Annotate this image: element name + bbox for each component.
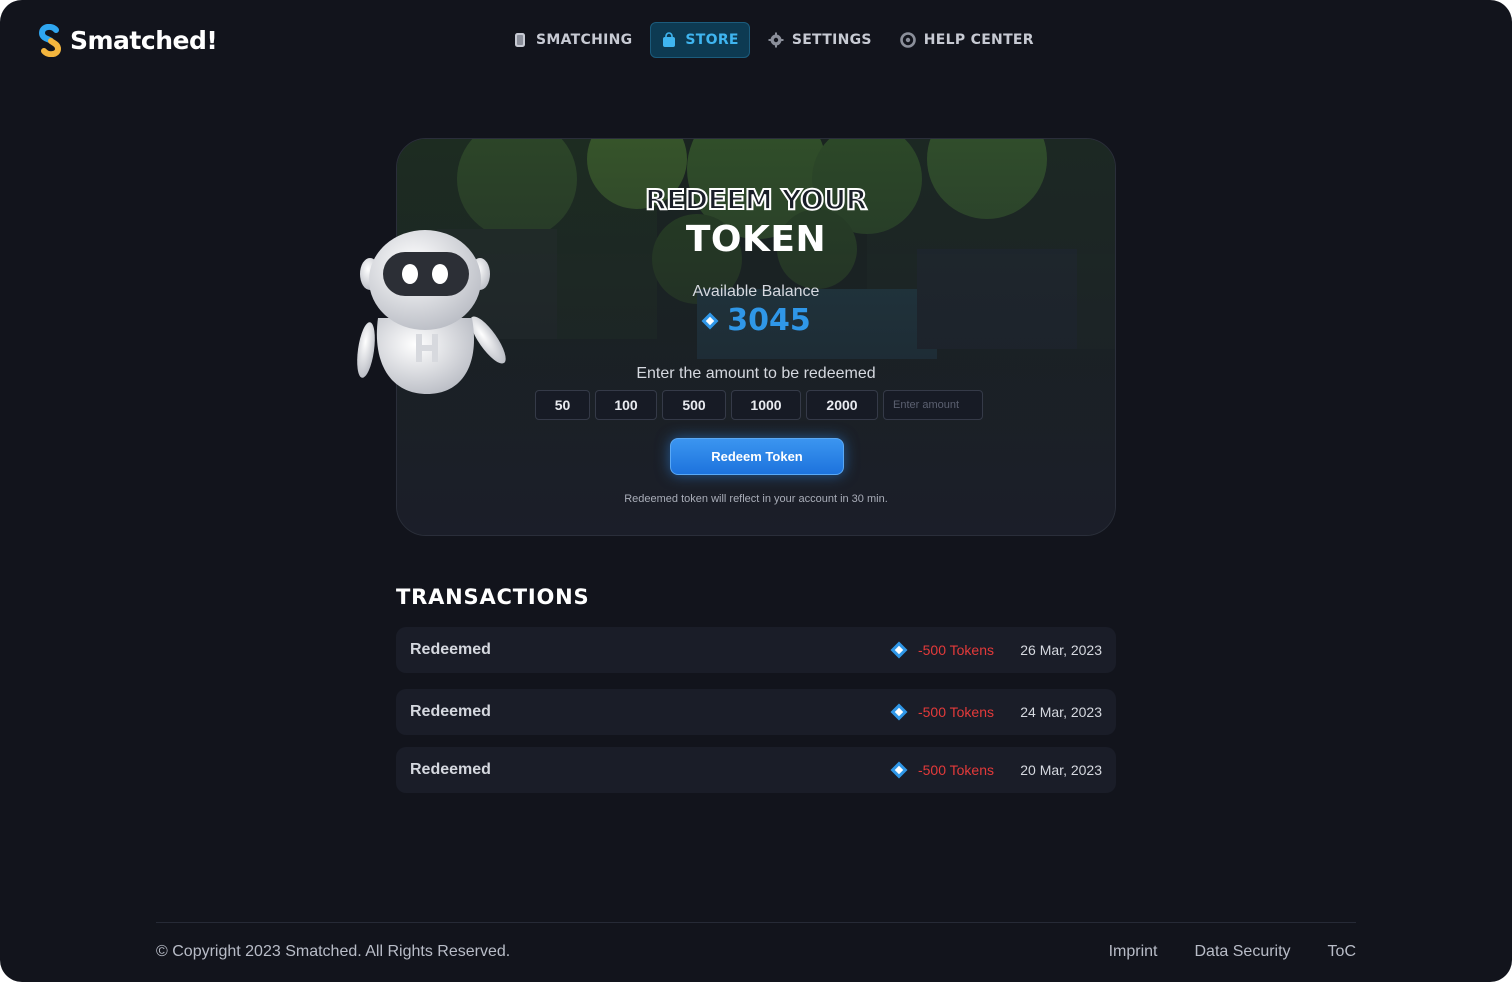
redeem-title-line1: REDEEM YOUR bbox=[644, 182, 868, 217]
robot-mascot bbox=[357, 230, 506, 394]
nav-label: SETTINGS bbox=[791, 32, 872, 48]
gear-icon bbox=[768, 32, 784, 48]
transaction-date: 20 Mar, 2023 bbox=[1020, 762, 1102, 778]
amount-input[interactable] bbox=[883, 390, 983, 420]
transaction-amount: -500 Tokens bbox=[890, 761, 994, 779]
footer-links: Imprint Data Security ToC bbox=[1109, 943, 1356, 961]
amount-option-2000[interactable]: 2000 bbox=[806, 390, 878, 420]
main-nav: SMATCHING STORE SETTINGS HELP CENTER bbox=[502, 22, 1044, 58]
nav-item-settings[interactable]: SETTINGS bbox=[758, 22, 882, 58]
copyright-text: © Copyright 2023 Smatched. All Rights Re… bbox=[156, 943, 511, 960]
transaction-amount: -500 Tokens bbox=[890, 703, 994, 721]
transaction-amount-text: -500 Tokens bbox=[917, 704, 994, 720]
transaction-label: Redeemed bbox=[410, 761, 491, 778]
transaction-date: 26 Mar, 2023 bbox=[1020, 642, 1102, 658]
amount-option-50[interactable]: 50 bbox=[535, 390, 590, 420]
amount-option-100[interactable]: 100 bbox=[595, 390, 657, 420]
lifebuoy-icon bbox=[899, 32, 916, 48]
transaction-date: 24 Mar, 2023 bbox=[1020, 704, 1102, 720]
transaction-label: Redeemed bbox=[410, 641, 491, 658]
nav-label: SMATCHING bbox=[536, 32, 633, 48]
transaction-amount-text: -500 Tokens bbox=[917, 642, 994, 658]
balance-value: 3045 bbox=[727, 303, 811, 338]
footer-divider bbox=[156, 922, 1356, 923]
transaction-row: Redeemed -500 Tokens 20 Mar, 2023 bbox=[396, 747, 1116, 793]
amount-option-1000[interactable]: 1000 bbox=[731, 390, 801, 420]
nav-item-smatching[interactable]: SMATCHING bbox=[502, 22, 642, 58]
nav-label: STORE bbox=[685, 32, 739, 48]
token-icon bbox=[890, 703, 908, 721]
app-name: Smatched! bbox=[70, 26, 218, 55]
amount-options: 50 100 500 1000 2000 bbox=[535, 390, 983, 420]
footer-link-toc[interactable]: ToC bbox=[1328, 943, 1356, 961]
footer-link-imprint[interactable]: Imprint bbox=[1109, 943, 1158, 961]
transactions-title: TRANSACTIONS bbox=[396, 585, 590, 609]
app-window: Smatched! SMATCHING STORE SETTINGS HELP … bbox=[0, 0, 1512, 982]
amount-option-500[interactable]: 500 bbox=[662, 390, 726, 420]
token-icon bbox=[890, 641, 908, 659]
transaction-label: Redeemed bbox=[410, 703, 491, 720]
phone-icon bbox=[515, 33, 525, 47]
transaction-amount-text: -500 Tokens bbox=[917, 762, 994, 778]
redeem-token-button[interactable]: Redeem Token bbox=[670, 438, 844, 475]
nav-item-store[interactable]: STORE bbox=[650, 22, 750, 58]
transaction-amount: -500 Tokens bbox=[890, 641, 994, 659]
transaction-row: Redeemed -500 Tokens 24 Mar, 2023 bbox=[396, 689, 1116, 735]
footer-link-data-security[interactable]: Data Security bbox=[1195, 943, 1291, 961]
redeem-note: Redeemed token will reflect in your acco… bbox=[624, 493, 888, 505]
token-icon bbox=[701, 312, 719, 329]
logo-icon bbox=[38, 24, 62, 57]
app-logo[interactable]: Smatched! bbox=[38, 24, 218, 57]
token-icon bbox=[890, 761, 908, 779]
nav-item-help-center[interactable]: HELP CENTER bbox=[890, 22, 1044, 58]
bag-icon bbox=[663, 32, 676, 47]
nav-label: HELP CENTER bbox=[923, 32, 1034, 48]
transaction-row: Redeemed -500 Tokens 26 Mar, 2023 bbox=[396, 627, 1116, 673]
